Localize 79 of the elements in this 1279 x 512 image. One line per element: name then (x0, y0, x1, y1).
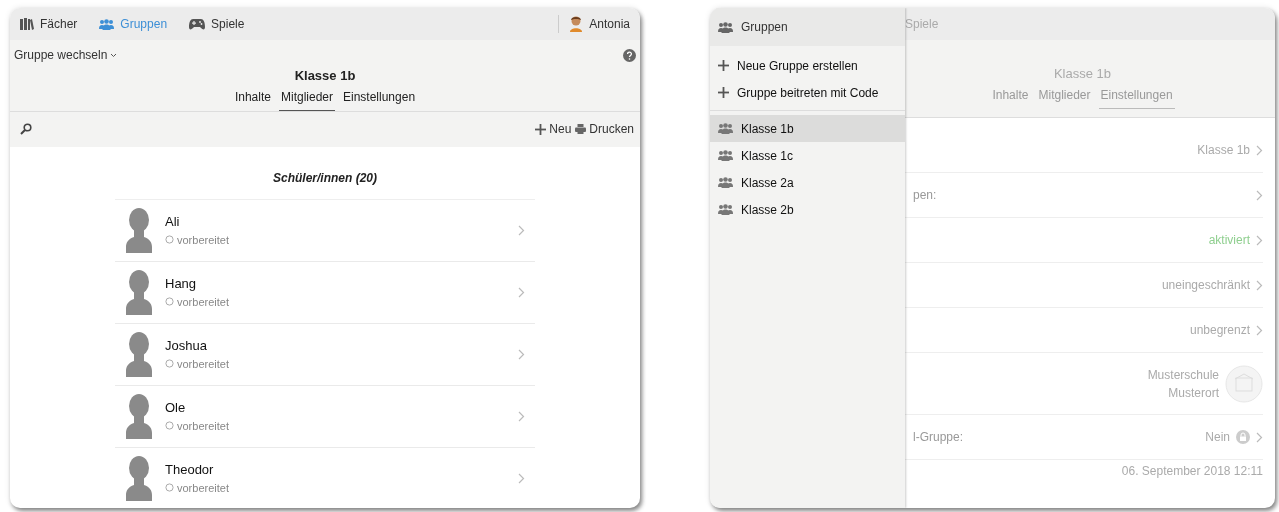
group-icon (718, 177, 733, 188)
chevron-right-icon (1256, 324, 1263, 336)
member-name: Ole (165, 399, 187, 417)
group-title: Klasse 1b (1052, 65, 1113, 83)
group-menu-item[interactable]: Klasse 1b (710, 115, 905, 142)
chevron-right-icon (518, 410, 525, 422)
menu-action[interactable]: Neue Gruppe erstellen (710, 52, 905, 79)
status-circle-icon (165, 235, 174, 245)
print-button[interactable]: Drucken (573, 120, 636, 138)
member-status: vorbereitet (177, 418, 229, 434)
member-name: Hang (165, 275, 198, 293)
status-circle-icon (165, 297, 174, 307)
person-silhouette-icon (125, 331, 153, 377)
lock-icon (1236, 430, 1250, 444)
avatar-icon (569, 16, 584, 32)
nav-tab[interactable]: Fächer (20, 15, 78, 33)
plus-icon (718, 87, 729, 98)
setting-value: unbegrenzt (1189, 322, 1250, 339)
setting-value: uneingeschränkt (1161, 277, 1250, 294)
member-name: Joshua (165, 337, 208, 355)
member-row[interactable]: Joshua vorbereitet (115, 323, 535, 386)
search-icon[interactable] (20, 123, 32, 135)
member-name: Ali (165, 213, 181, 231)
member-row[interactable]: Theodor vorbereitet (115, 447, 535, 508)
status-circle-icon (165, 483, 174, 493)
member-status: vorbereitet (177, 356, 229, 372)
setting-label: l-Gruppe: (913, 429, 964, 446)
person-silhouette-icon (125, 269, 153, 315)
gamepad-icon (189, 18, 206, 30)
person-silhouette-icon (125, 455, 153, 501)
nav-tab[interactable]: Spiele (189, 15, 245, 33)
member-row[interactable]: Ole vorbereitet (115, 385, 535, 448)
chevron-right-icon (518, 286, 525, 298)
setting-value: Nein (1205, 429, 1230, 446)
status-circle-icon (165, 421, 174, 431)
member-status: vorbereitet (177, 480, 229, 496)
status-circle-icon (165, 359, 174, 369)
setting-label: pen: (913, 187, 937, 204)
person-silhouette-icon (125, 393, 153, 439)
chevron-right-icon (1256, 144, 1263, 156)
group-icon (718, 21, 733, 33)
school-name: Musterschule Musterort (1147, 366, 1219, 402)
person-silhouette-icon (125, 207, 153, 253)
new-button[interactable]: Neu (533, 120, 574, 138)
group-icon (99, 18, 115, 30)
chevron-right-icon (518, 472, 525, 484)
menu-action[interactable]: Gruppe beitreten mit Code (710, 79, 905, 106)
help-icon[interactable] (623, 48, 636, 62)
date-text: 06. September 2018 12:11 (1121, 463, 1263, 480)
chevron-right-icon (1256, 279, 1263, 291)
member-row[interactable]: Hang vorbereitet (115, 261, 535, 324)
group-icon (718, 204, 733, 215)
section-heading: Schüler/innen (20) (272, 169, 378, 187)
member-row[interactable]: Ali vorbereitet (115, 199, 535, 262)
plus-icon (535, 123, 547, 135)
books-icon (20, 18, 34, 30)
chevron-right-icon (1256, 189, 1263, 201)
user-menu-button[interactable]: Antonia (558, 15, 630, 33)
tab[interactable]: Inhalte (232, 85, 273, 111)
group-icon (718, 150, 733, 161)
setting-value: Klasse 1b (1197, 142, 1250, 159)
group-switch-dropdown[interactable]: Gruppe wechseln (14, 46, 118, 64)
group-icon (718, 123, 733, 134)
member-name: Theodor (165, 461, 215, 479)
member-status: vorbereitet (177, 294, 229, 310)
chevron-right-icon (1256, 234, 1263, 246)
member-status: vorbereitet (177, 232, 229, 248)
plus-icon (718, 60, 729, 71)
setting-value: aktiviert (1208, 232, 1250, 249)
menu-title: Gruppen (741, 19, 788, 36)
chevron-right-icon (518, 224, 525, 236)
school-building-icon (1225, 364, 1263, 403)
printer-icon (575, 124, 587, 134)
tab[interactable]: Mitglieder (278, 85, 335, 111)
tab[interactable]: Einstellungen (341, 85, 418, 111)
caret-icon (110, 52, 118, 58)
chevron-right-icon (518, 348, 525, 360)
chevron-right-icon (1256, 431, 1263, 443)
group-title: Klasse 1b (293, 67, 357, 85)
